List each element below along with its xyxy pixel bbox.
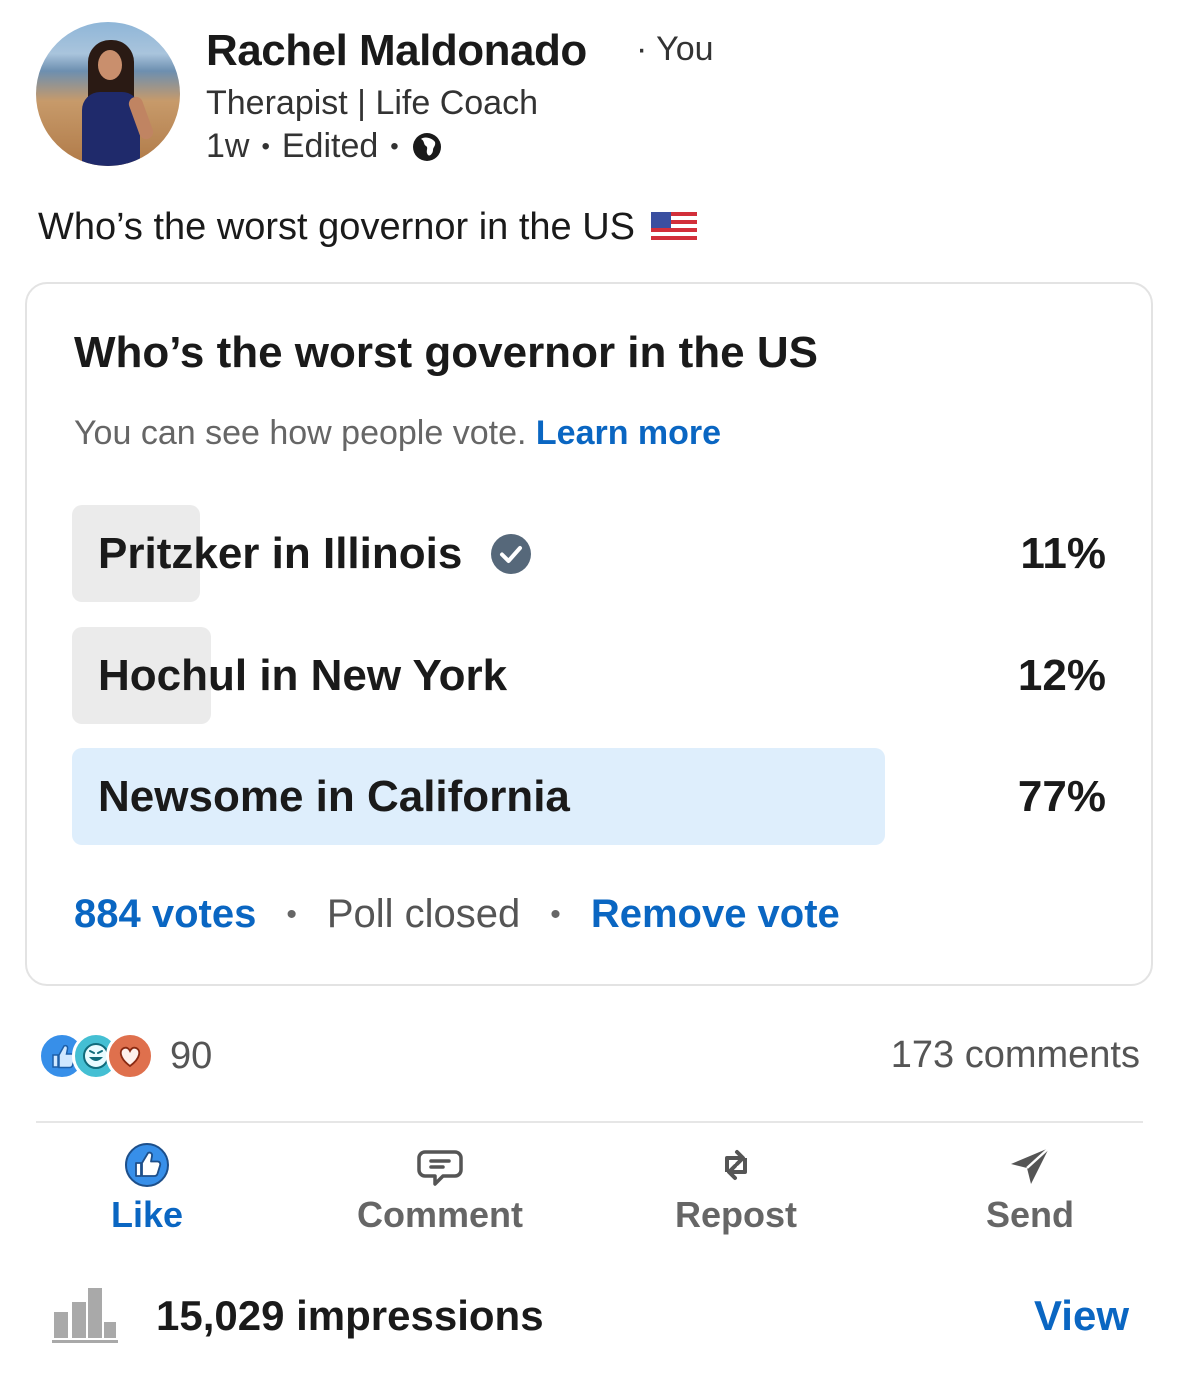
impressions-count: 15,029 impressions bbox=[156, 1292, 544, 1339]
send-label: Send bbox=[985, 1194, 1074, 1235]
comment-button[interactable]: Comment bbox=[320, 1142, 560, 1236]
like-label: Like bbox=[110, 1194, 184, 1235]
post-meta: 1w • Edited • bbox=[206, 127, 443, 166]
comment-label: Comment bbox=[356, 1194, 523, 1235]
poll-status: Poll closed bbox=[326, 892, 521, 936]
meta-separator: • bbox=[261, 132, 270, 160]
post-body: Who’s the worst governor in the US bbox=[38, 206, 636, 248]
poll-visibility-note: You can see how people vote. bbox=[74, 414, 527, 452]
you-label: · You bbox=[636, 30, 714, 68]
post-text: Who’s the worst governor in the US bbox=[38, 206, 698, 249]
poll-footer: 884 votes • Poll closed • Remove vote bbox=[74, 892, 840, 937]
vote-count-link[interactable]: 884 votes bbox=[74, 892, 256, 937]
us-flag-icon bbox=[651, 211, 698, 244]
author-name[interactable]: Rachel Maldonado bbox=[206, 26, 587, 76]
poll-note: You can see how people vote. Learn more bbox=[74, 414, 721, 453]
poll-option-label: Hochul in New York bbox=[98, 651, 508, 700]
poll-option[interactable]: Pritzker in Illinois 11% bbox=[72, 505, 1110, 602]
poll-option-label: Newsome in California bbox=[98, 772, 570, 821]
poll-option[interactable]: Newsome in California 77% bbox=[72, 748, 1110, 845]
footer-separator: • bbox=[286, 897, 297, 931]
repost-button[interactable]: Repost bbox=[616, 1142, 856, 1236]
like-button[interactable]: Like bbox=[27, 1142, 267, 1236]
poll-option-label: Pritzker in Illinois bbox=[98, 529, 463, 578]
bar-chart-icon bbox=[52, 1288, 118, 1343]
poll-option-percent: 12% bbox=[1017, 651, 1106, 700]
love-reaction-icon bbox=[106, 1032, 154, 1080]
footer-separator: • bbox=[550, 897, 561, 931]
poll-option-percent: 77% bbox=[1017, 772, 1106, 821]
comment-icon bbox=[417, 1150, 463, 1186]
poll-option[interactable]: Hochul in New York 12% bbox=[72, 627, 1110, 724]
divider bbox=[36, 1121, 1143, 1123]
reactions-summary[interactable]: 90 bbox=[38, 1032, 212, 1080]
repost-label: Repost bbox=[674, 1194, 797, 1235]
poll-question: Who’s the worst governor in the US bbox=[74, 328, 818, 377]
comments-count-link[interactable]: 173 comments bbox=[891, 1034, 1140, 1077]
remove-vote-button[interactable]: Remove vote bbox=[591, 892, 840, 937]
poll-option-percent: 11% bbox=[1020, 529, 1106, 578]
meta-separator: • bbox=[390, 132, 399, 160]
reaction-count: 90 bbox=[170, 1034, 213, 1077]
author-headline: Therapist | Life Coach bbox=[206, 84, 538, 122]
view-analytics-link[interactable]: View bbox=[1034, 1292, 1129, 1340]
edited-label: Edited bbox=[281, 127, 379, 165]
learn-more-link[interactable]: Learn more bbox=[536, 414, 721, 452]
voted-check-icon bbox=[491, 533, 532, 574]
author-avatar[interactable] bbox=[36, 22, 180, 166]
post-time: 1w bbox=[206, 127, 250, 165]
send-button[interactable]: Send bbox=[910, 1142, 1150, 1236]
globe-icon bbox=[412, 132, 441, 161]
like-icon bbox=[125, 1143, 169, 1187]
send-icon bbox=[1011, 1147, 1050, 1184]
repost-icon bbox=[725, 1150, 747, 1180]
